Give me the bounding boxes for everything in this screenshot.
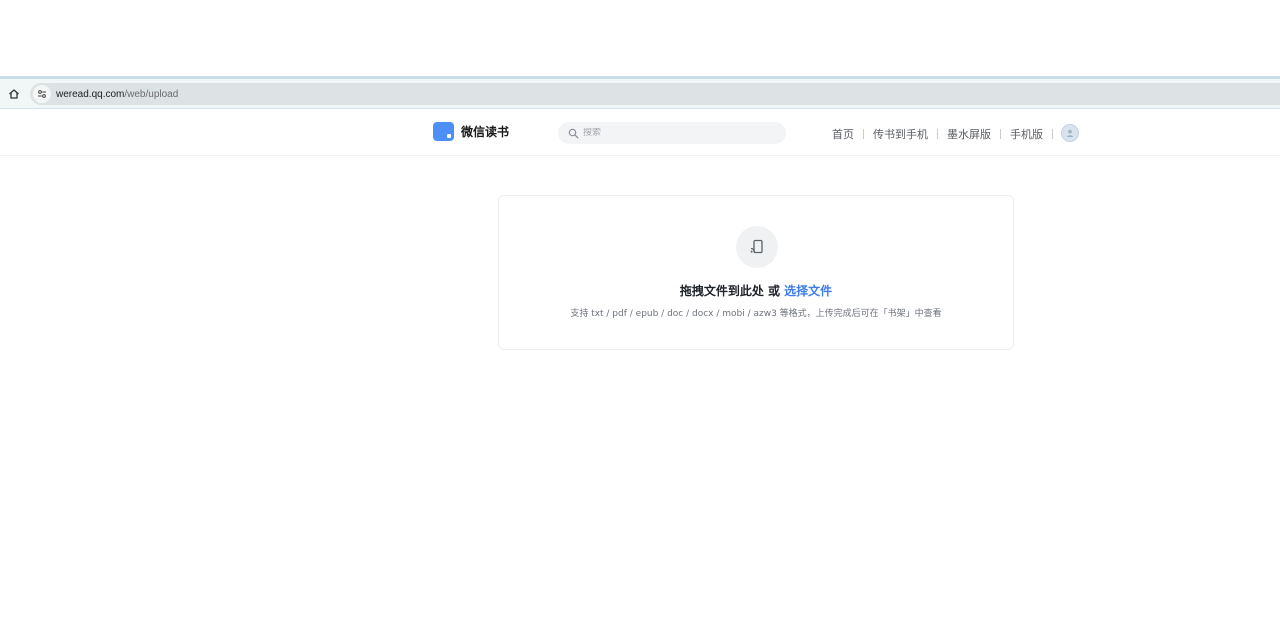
nav-divider (1052, 129, 1053, 139)
top-nav: 首页 传书到手机 墨水屏版 手机版 (832, 126, 1062, 142)
choose-file-link[interactable]: 选择文件 (784, 284, 832, 298)
url-path: /web/upload (124, 88, 179, 100)
logo[interactable]: 微信读书 (433, 122, 509, 141)
url-text: weread.qq.com/web/upload (56, 89, 178, 100)
nav-mobile[interactable]: 手机版 (1010, 126, 1043, 142)
site-header: 微信读书 首页 传书到手机 墨水屏版 手机版 (0, 110, 1280, 156)
blank-top-area (0, 0, 1280, 76)
nav-eink[interactable]: 墨水屏版 (947, 126, 991, 142)
nav-divider (937, 129, 938, 139)
url-field[interactable]: weread.qq.com/web/upload (30, 83, 1280, 105)
search-icon (568, 128, 579, 139)
nav-divider (863, 129, 864, 139)
url-host: weread.qq.com (56, 88, 125, 100)
upload-title: 拖拽文件到此处 或 选择文件 (499, 282, 1013, 299)
avatar-icon (1066, 129, 1074, 137)
logo-icon (433, 122, 454, 141)
home-icon (9, 89, 19, 99)
site-info-button[interactable] (33, 85, 51, 103)
browser-address-bar: weread.qq.com/web/upload (0, 79, 1280, 109)
search-input[interactable] (583, 128, 773, 138)
cast-device-icon (750, 239, 763, 254)
avatar[interactable] (1061, 124, 1079, 142)
nav-send-to-phone[interactable]: 传书到手机 (873, 126, 928, 142)
nav-divider (1000, 129, 1001, 139)
nav-home[interactable]: 首页 (832, 126, 854, 142)
home-button[interactable] (6, 86, 22, 102)
logo-text: 微信读书 (461, 125, 510, 139)
upload-icon-container (736, 226, 778, 268)
upload-title-text: 拖拽文件到此处 或 (679, 284, 785, 298)
upload-hint: 支持 txt / pdf / epub / doc / docx / mobi … (570, 309, 942, 319)
search-box[interactable] (558, 122, 786, 144)
upload-dropzone[interactable]: 拖拽文件到此处 或 选择文件 支持 txt / pdf / epub / doc… (498, 195, 1014, 350)
site-info-icon (38, 90, 46, 98)
